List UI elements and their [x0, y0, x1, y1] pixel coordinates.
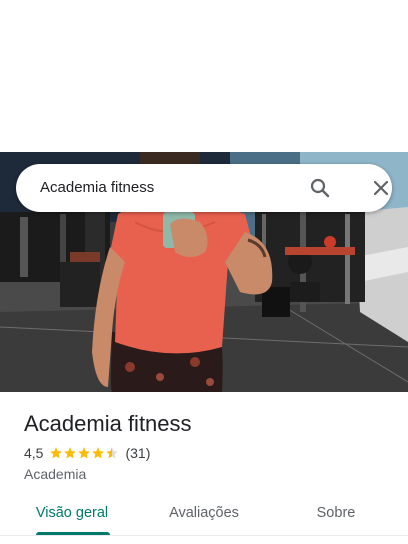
rating-row[interactable]: 4,5 (31): [24, 444, 150, 462]
tab-reviews[interactable]: Avaliações: [156, 492, 252, 536]
place-info-panel: Academia fitness 4,5 (31) Academia Visão…: [0, 392, 408, 544]
star-half-icon: [106, 447, 119, 459]
star-full-icon: [50, 447, 63, 459]
star-full-icon: [92, 447, 105, 459]
search-bar[interactable]: Academia fitness: [16, 164, 392, 212]
star-full-icon: [64, 447, 77, 459]
place-name: Academia fitness: [24, 411, 192, 436]
tab-bar: Visão geral Avaliações Sobre: [0, 492, 408, 536]
active-tab-indicator: [36, 532, 110, 535]
search-icon[interactable]: [308, 176, 332, 200]
tab-about[interactable]: Sobre: [296, 492, 376, 536]
star-full-icon: [78, 447, 91, 459]
top-blank-area: [0, 0, 408, 152]
tab-overview[interactable]: Visão geral: [24, 492, 120, 536]
place-category[interactable]: Academia: [24, 465, 86, 483]
rating-value: 4,5: [24, 445, 44, 461]
close-icon[interactable]: [369, 176, 393, 200]
search-input[interactable]: Academia fitness: [40, 164, 154, 212]
review-count[interactable]: (31): [125, 444, 150, 462]
rating-stars: [49, 446, 119, 460]
